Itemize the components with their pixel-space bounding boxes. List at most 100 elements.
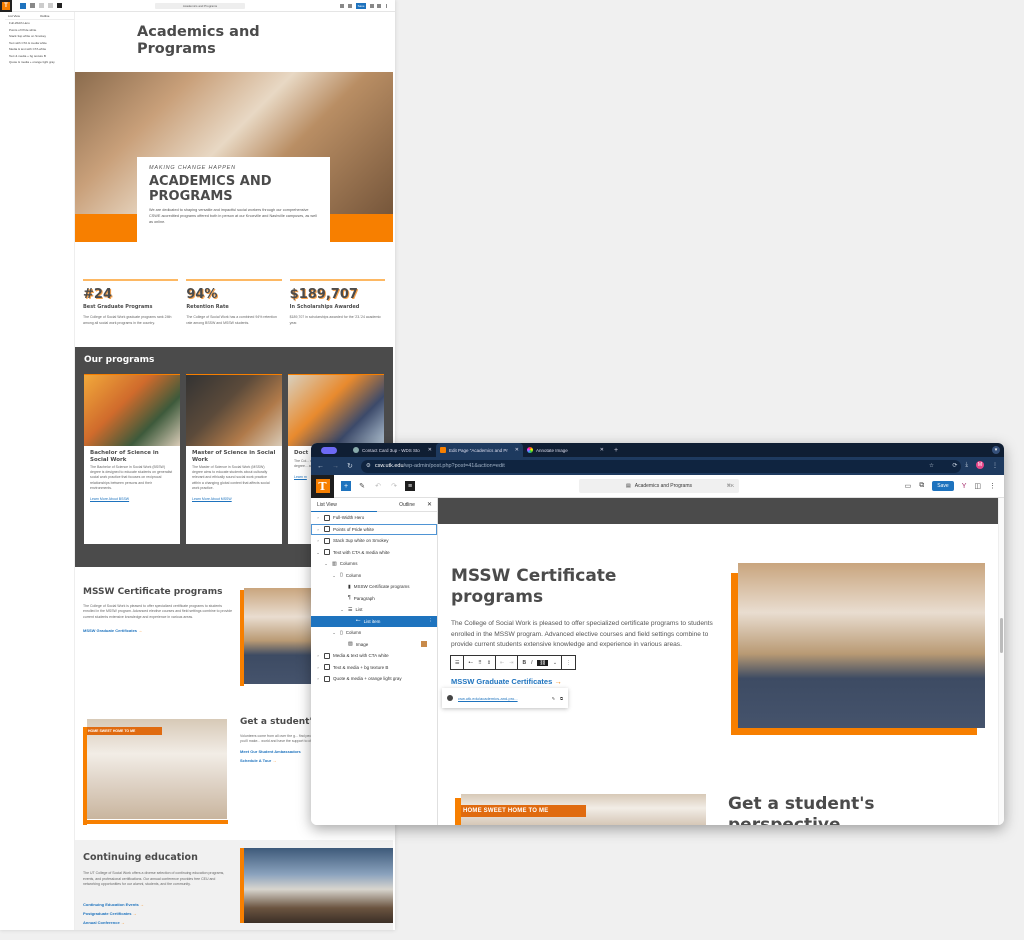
edit-link-icon[interactable]: ✎ <box>552 696 555 701</box>
add-block-button[interactable]: + <box>341 481 351 491</box>
extensions-icon[interactable]: ⟳ <box>952 462 957 469</box>
postgrad-certificates-link[interactable]: Postgraduate Certificates → <box>83 911 144 916</box>
save-button[interactable]: Save <box>356 3 366 9</box>
tab-list-view[interactable]: List View <box>8 14 20 18</box>
chevron-down-icon[interactable]: ⌄ <box>315 550 321 555</box>
mssw-certificates-link[interactable]: MSSW Graduate Certificates → <box>83 628 233 633</box>
list-view-toggle[interactable] <box>57 3 62 8</box>
chevron-right-icon[interactable]: › <box>315 515 321 520</box>
forward-icon[interactable]: → <box>332 463 339 470</box>
download-icon[interactable]: ⤓ <box>965 462 968 469</box>
scrollbar[interactable] <box>998 498 1004 825</box>
back-icon[interactable]: ← <box>317 463 324 470</box>
bold-button[interactable]: B <box>522 660 526 666</box>
chevron-down-icon[interactable]: ⌄ <box>331 630 337 635</box>
chevron-down-icon[interactable]: ⌄ <box>331 573 337 578</box>
italic-button[interactable]: I <box>531 660 532 666</box>
bookmark-star-icon[interactable]: ☆ <box>929 463 934 469</box>
list-view-item[interactable]: › Quote & media + orange light gray <box>311 673 437 685</box>
learn-more-link[interactable]: Learn More About BSSW <box>84 491 180 501</box>
chevron-right-icon[interactable]: › <box>315 665 321 670</box>
list-view-item[interactable]: ¶ Paragraph <box>311 593 437 605</box>
document-overview-toggle[interactable]: ≡ <box>405 481 415 491</box>
redo-icon[interactable]: ↷ <box>389 481 399 491</box>
list-view-item[interactable]: •− List item ⋮ <box>311 615 437 627</box>
list-view-item[interactable]: ▨ Image <box>311 639 437 651</box>
indent-icon[interactable]: ⇥ <box>509 660 513 666</box>
close-tab-icon[interactable]: ✕ <box>600 447 604 453</box>
list-view-item[interactable]: ⌄ ▯ Column <box>311 627 437 639</box>
site-logo[interactable]: T <box>0 0 12 12</box>
list-view-item[interactable]: › Full-Width Hero <box>311 512 437 524</box>
list-view-item[interactable]: ⌄ ▯ Column <box>311 570 437 582</box>
doc-title[interactable]: Academics and Programs <box>155 3 245 9</box>
more-formats-icon[interactable]: ⌄ <box>553 660 557 666</box>
link-url[interactable]: csw.utk.edu/academics-and-pro... <box>458 696 547 701</box>
list-view-item[interactable]: › Text & media + bg texture B <box>311 662 437 674</box>
redo-icon[interactable] <box>48 3 53 8</box>
page-title[interactable]: Academics and Programs <box>137 24 317 58</box>
chevron-right-icon[interactable]: › <box>315 527 321 532</box>
chevron-down-icon[interactable]: ⌄ <box>339 607 345 612</box>
tools-pen-icon[interactable]: ✎ <box>357 481 367 491</box>
mssw-heading[interactable]: MSSW Certificate programs <box>451 566 681 607</box>
mssw-image[interactable] <box>738 563 985 728</box>
list-view-item[interactable]: › Points of Pride white <box>311 523 437 535</box>
save-button[interactable]: Save <box>932 481 954 491</box>
chevron-down-icon[interactable]: ⌄ <box>323 561 329 566</box>
view-page-icon[interactable]: ⧉ <box>919 482 924 490</box>
chevron-right-icon[interactable]: › <box>315 538 321 543</box>
list-view-item[interactable]: › Stack 3up white on Smokey <box>311 535 437 547</box>
yoast-seo-icon[interactable]: Y <box>962 483 967 490</box>
list-item[interactable]: Quote & media + orange light gray <box>5 59 74 66</box>
browser-tab[interactable]: Contact Card 3up - WDS Sto ✕ <box>349 443 436 457</box>
tab-search-icon[interactable]: ▾ <box>992 446 1000 454</box>
reload-icon[interactable]: ↻ <box>347 462 353 470</box>
list-parent-icon[interactable]: ☰ <box>455 660 459 666</box>
close-tab-icon[interactable]: ✕ <box>515 447 519 453</box>
external-icon[interactable] <box>348 4 352 8</box>
tab-outline[interactable]: Outline <box>40 14 50 18</box>
list-view-item[interactable]: ⌄ ☰ List <box>311 604 437 616</box>
ce-events-link[interactable]: Continuing Education Events → <box>83 902 144 907</box>
tab-group-chip[interactable] <box>321 446 337 454</box>
browser-tab-active[interactable]: Edit Page "Academics and Pr ✕ <box>436 443 523 457</box>
block-options-icon[interactable]: ⋮ <box>566 660 571 666</box>
document-title-bar[interactable]: ▤ Academics and Programs ⌘K <box>579 479 739 493</box>
preview-desktop-icon[interactable]: ▭ <box>905 482 912 490</box>
list-view-item[interactable]: ⌄ ▥ Columns <box>311 558 437 570</box>
student-heading[interactable]: Get a student's perspective <box>728 794 958 825</box>
list-view-item[interactable]: ▮ MSSW Certificate programs <box>311 581 437 593</box>
browser-tab[interactable]: Annotate Image ✕ <box>523 443 608 457</box>
list-view-item[interactable]: › Media & text with CTA white <box>311 650 437 662</box>
settings-panel-icon[interactable] <box>377 4 381 8</box>
undo-icon[interactable]: ↶ <box>373 481 383 491</box>
close-tab-icon[interactable]: ✕ <box>428 447 432 453</box>
site-info-icon[interactable]: ⚙ <box>366 463 371 469</box>
annual-conference-link[interactable]: Annual Conference → <box>83 920 144 925</box>
mssw-certificates-link[interactable]: MSSW Graduate Certificates → <box>451 677 562 686</box>
site-logo[interactable]: T <box>311 474 334 498</box>
copy-link-icon[interactable]: ⧉ <box>560 696 563 701</box>
tab-list-view[interactable]: List View <box>311 498 377 512</box>
close-icon[interactable]: ✕ <box>427 501 432 508</box>
pen-icon[interactable] <box>30 3 35 8</box>
browser-menu-icon[interactable]: ⋮ <box>992 462 998 469</box>
url-input[interactable]: ⚙ csw.utk.edu/wp-admin/post.php?post=41&… <box>360 459 961 473</box>
preview-icon[interactable] <box>340 4 344 8</box>
mssw-paragraph[interactable]: The College of Social Work is pleased to… <box>451 619 716 651</box>
profile-avatar[interactable]: M <box>976 461 984 469</box>
undo-icon[interactable] <box>39 3 44 8</box>
chevron-right-icon[interactable]: › <box>315 653 321 658</box>
more-options-icon[interactable] <box>386 4 387 8</box>
link-button[interactable]: ⛓ <box>537 659 548 666</box>
options-menu-icon[interactable]: ⋮ <box>989 482 996 490</box>
settings-sidebar-icon[interactable]: ◫ <box>974 482 981 490</box>
outdent-icon[interactable]: ⇤ <box>500 660 504 666</box>
list-view-item[interactable]: ⌄ Text with CTA & media white <box>311 547 437 559</box>
yoast-icon[interactable] <box>370 4 374 8</box>
item-options-icon[interactable]: ⋮ <box>429 618 434 624</box>
add-block-button[interactable] <box>20 2 26 9</box>
new-tab-button[interactable]: + <box>614 447 618 454</box>
chevron-right-icon[interactable]: › <box>315 676 321 681</box>
